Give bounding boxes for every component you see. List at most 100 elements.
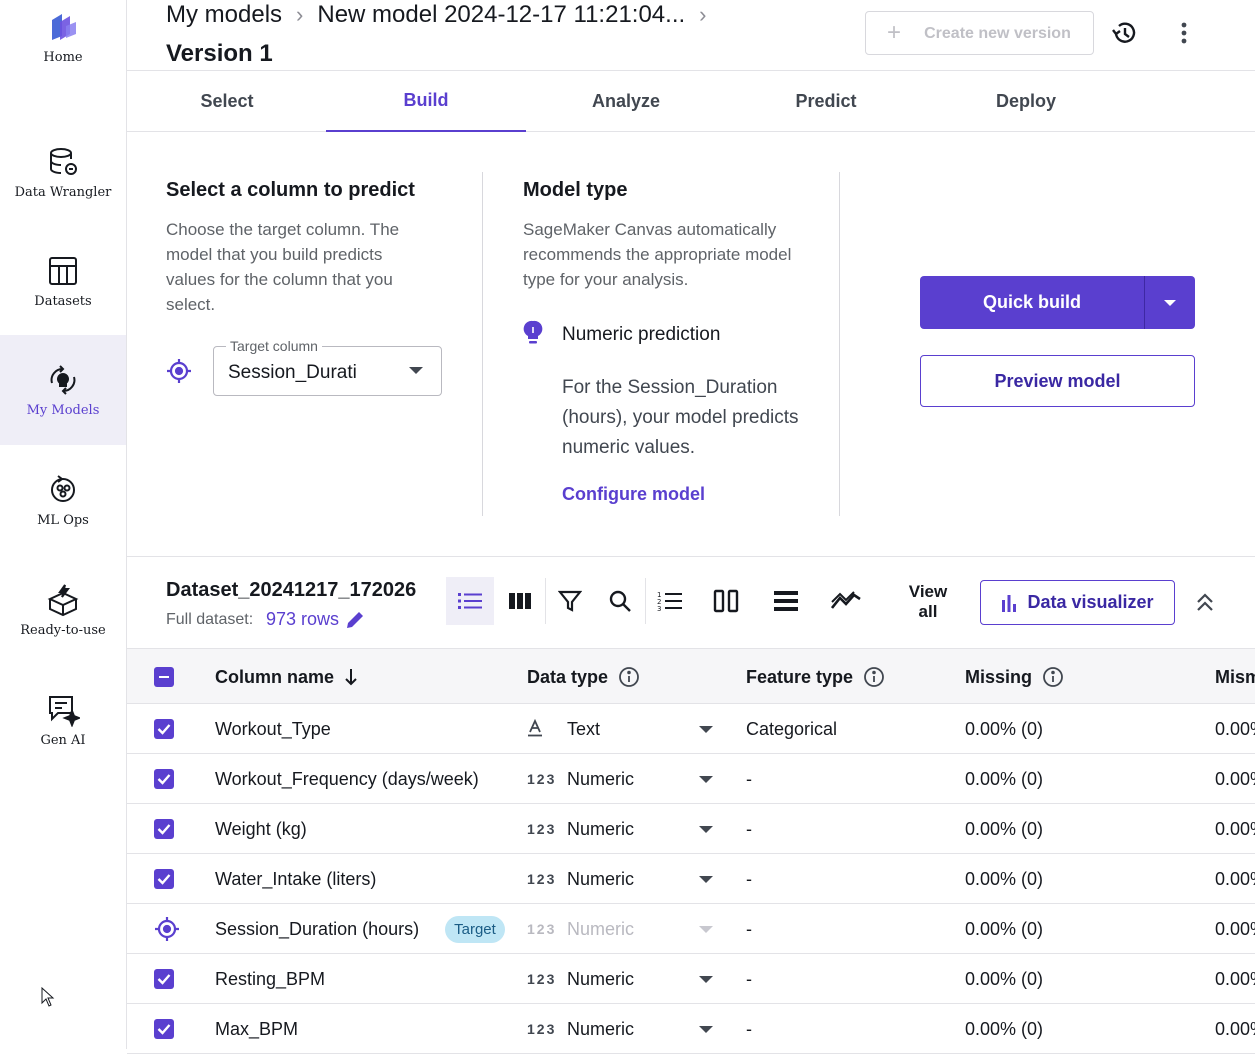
collapse-up-icon[interactable] (1190, 586, 1220, 620)
bar-chart-icon (1002, 594, 1017, 612)
view-all-button[interactable]: View all (900, 582, 956, 622)
caret-down-icon[interactable] (699, 876, 713, 883)
table-row[interactable]: Session_Duration (hours) Target 123 Numeric… (127, 904, 1255, 954)
tab-build[interactable]: Build (326, 71, 526, 132)
row-checkbox[interactable] (154, 854, 174, 904)
rows-icon (774, 591, 798, 611)
build-options-dropdown[interactable] (1144, 276, 1195, 329)
info-icon[interactable] (863, 666, 885, 688)
target-column-select[interactable]: Target column Session_Durati (213, 338, 442, 396)
data-type-value: Numeric (567, 1018, 635, 1039)
feature-type-cell: - (746, 968, 752, 989)
sidebar-item-my-models[interactable]: My Models (0, 335, 126, 445)
breadcrumb-model-name[interactable]: New model 2024-12-17 11:21:04... (317, 0, 685, 30)
data-type-cell[interactable]: 123 Numeric (527, 954, 634, 1004)
row-checkbox[interactable] (154, 954, 174, 1004)
column-name-cell: Resting_BPM (215, 954, 325, 1004)
row-checkbox[interactable] (154, 704, 174, 754)
table-row[interactable]: Water_Intake (liters) 123 Numeric - 0.00% (0… (127, 854, 1255, 904)
column-name-cell: Session_Duration (hours) Target (215, 904, 505, 954)
table-row[interactable]: Weight (kg) 123 Numeric - 0.00% (0) 0.00% (127, 804, 1255, 854)
column-name: Weight (kg) (215, 818, 307, 839)
table-row[interactable]: Resting_BPM 123 Numeric - 0.00% (0) 0.00% (127, 954, 1255, 1004)
configure-model-link[interactable]: Configure model (562, 484, 705, 505)
tab-deploy[interactable]: Deploy (926, 71, 1126, 132)
search-icon (609, 590, 631, 612)
data-type-cell[interactable]: 123 Numeric (527, 904, 634, 954)
preview-model-button[interactable]: Preview model (920, 355, 1195, 407)
tab-analyze[interactable]: Analyze (526, 71, 726, 132)
table-row[interactable]: Max_BPM 123 Numeric - 0.00% (0) 0.00% (127, 1004, 1255, 1054)
target-icon (155, 917, 179, 941)
table-row[interactable]: Workout_Type Text Categorical 0.00% (0) 0.00… (127, 704, 1255, 754)
row-layout-button[interactable] (762, 577, 810, 625)
data-type-icon (527, 718, 567, 740)
data-type-cell[interactable]: Text (527, 704, 600, 754)
quick-build-button-group: Quick build (920, 276, 1195, 329)
column-name-header[interactable]: Column name (215, 649, 358, 705)
caret-down-icon[interactable] (699, 926, 713, 933)
feature-type-cell: - (746, 1018, 752, 1039)
info-icon[interactable] (618, 666, 640, 688)
prediction-type: Numeric prediction (562, 324, 721, 345)
version-history-button[interactable] (1109, 18, 1139, 48)
create-new-version-button[interactable]: + Create new version (865, 11, 1094, 55)
grid-view-button[interactable] (496, 577, 544, 625)
filter-button[interactable] (546, 577, 594, 625)
caret-down-icon[interactable] (699, 776, 713, 783)
search-button[interactable] (596, 577, 644, 625)
row-checkbox[interactable] (154, 1004, 174, 1054)
text-type-icon (528, 718, 542, 736)
tab-predict[interactable]: Predict (726, 71, 926, 132)
trend-button[interactable] (822, 577, 870, 625)
mismatch-header[interactable]: Mism (1215, 649, 1255, 705)
sidebar-item-data-wrangler[interactable]: Data Wrangler (0, 117, 126, 227)
list-view-button[interactable] (446, 577, 494, 625)
data-type-cell[interactable]: 123 Numeric (527, 804, 634, 854)
target-indicator[interactable] (154, 904, 180, 954)
data-type-header[interactable]: Data type (527, 649, 640, 705)
row-checkbox[interactable] (154, 754, 174, 804)
sidebar-item-ml-ops[interactable]: ML Ops (0, 445, 126, 555)
data-type-value: Numeric (567, 918, 635, 939)
missing-header[interactable]: Missing (965, 649, 1064, 705)
my-models-icon (50, 364, 76, 395)
checkmark-icon (154, 869, 174, 889)
caret-down-icon[interactable] (699, 726, 713, 733)
row-checkbox[interactable] (154, 804, 174, 854)
sidebar-item-ready-to-use[interactable]: Ready-to-use (0, 555, 126, 665)
data-type-value: Numeric (567, 768, 635, 789)
column-name-cell: Workout_Frequency (days/week) (215, 754, 479, 804)
sidebar-item-gen-ai[interactable]: Gen AI (0, 665, 126, 775)
info-icon[interactable] (1042, 666, 1064, 688)
data-type-icon: 123 (527, 821, 567, 837)
caret-down-icon[interactable] (699, 976, 713, 983)
sidebar-item-label: Ready-to-use (20, 622, 106, 638)
data-type-value: Numeric (567, 968, 635, 989)
column-layout-button[interactable] (702, 577, 750, 625)
model-tabs: Select Build Analyze Predict Deploy (127, 71, 1255, 132)
target-badge: Target (445, 915, 505, 943)
breadcrumb-my-models[interactable]: My models (166, 0, 282, 30)
more-options-button[interactable] (1169, 18, 1199, 48)
data-type-cell[interactable]: 123 Numeric (527, 1004, 634, 1054)
feature-type-cell: - (746, 868, 752, 889)
column-name: Max_BPM (215, 1018, 299, 1039)
select-all-checkbox[interactable] (154, 649, 174, 705)
sidebar-item-home[interactable]: Home (0, 0, 126, 92)
feature-type-header[interactable]: Feature type (746, 649, 885, 705)
caret-down-icon[interactable] (699, 826, 713, 833)
data-type-value: Numeric (567, 868, 635, 889)
data-type-cell[interactable]: 123 Numeric (527, 754, 634, 804)
data-visualizer-button[interactable]: Data visualizer (980, 580, 1175, 625)
data-type-cell[interactable]: 123 Numeric (527, 854, 634, 904)
caret-down-icon[interactable] (699, 1026, 713, 1033)
sort-button[interactable]: 1 2 3 (646, 577, 694, 625)
tab-select[interactable]: Select (127, 71, 327, 132)
edit-pencil-icon[interactable] (344, 609, 366, 631)
sidebar-item-datasets[interactable]: Datasets (0, 226, 126, 336)
missing-cell: 0.00% (0) (965, 718, 1044, 739)
table-row[interactable]: Workout_Frequency (days/week) 123 Numeric -… (127, 754, 1255, 804)
dataset-row-count[interactable]: 973 rows (266, 609, 339, 630)
quick-build-button[interactable]: Quick build (920, 276, 1144, 329)
